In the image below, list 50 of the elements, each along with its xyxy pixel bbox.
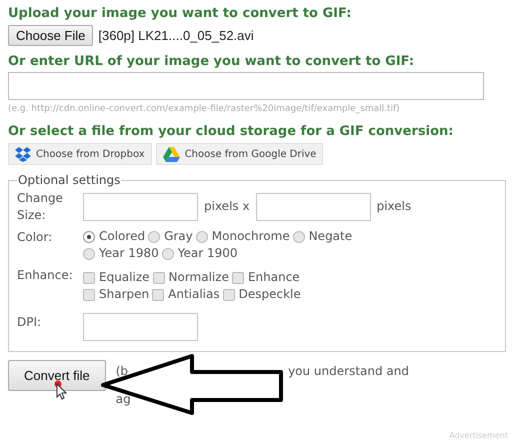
note-text: ag: [116, 391, 131, 408]
url-input-field[interactable]: [8, 72, 484, 100]
example-hint: (e.g. http://cdn.online-convert.com/example-file/raster%20image/tif/example_small.tif): [8, 104, 401, 114]
option-label: Enhance: [248, 269, 300, 286]
checkbox[interactable]: [83, 288, 95, 300]
cursor-icon: [53, 380, 67, 400]
height-input-field[interactable]: [256, 192, 371, 220]
option-label: Equalize: [99, 269, 150, 286]
unit-label: pixels x: [204, 198, 250, 215]
option-label: Negate: [308, 228, 352, 245]
unit-label: pixels: [376, 198, 412, 215]
radio-button[interactable]: [83, 230, 95, 242]
google-drive-button[interactable]: Choose from Google Drive: [156, 143, 324, 165]
option-label: Year 1900: [178, 245, 238, 262]
panel-legend: Optional settings: [17, 173, 122, 187]
option-label: Colored: [99, 228, 146, 245]
option-label: Normalize: [168, 269, 229, 286]
checkbox[interactable]: [232, 272, 244, 284]
option-label: Monochrome: [212, 228, 290, 245]
option-label: Antialias: [168, 286, 220, 303]
radio-button[interactable]: [292, 230, 305, 242]
dpi-input-field[interactable]: [83, 313, 198, 341]
radio-button[interactable]: [196, 230, 208, 242]
note-text: (b: [116, 363, 128, 380]
google-drive-icon: [162, 146, 180, 162]
field-label: Color:: [17, 229, 54, 246]
choose-file-button[interactable]: Choose File: [8, 25, 94, 46]
checkbox[interactable]: [222, 288, 235, 300]
option-label: Despeckle: [238, 286, 301, 303]
width-input-field[interactable]: [83, 192, 198, 220]
checkbox[interactable]: [152, 272, 165, 284]
section-heading: Or select a file from your cloud storage for a GIF conversion:: [8, 124, 454, 140]
note-text: you understand and: [288, 363, 409, 380]
radio-button[interactable]: [148, 230, 160, 242]
field-label: DPI:: [17, 314, 42, 331]
radio-button[interactable]: [83, 248, 95, 260]
section-heading: Or enter URL of your image you want to convert to GIF:: [8, 54, 416, 70]
field-label: Enhance:: [17, 267, 74, 284]
checkbox[interactable]: [152, 288, 164, 300]
option-label: Sharpen: [99, 286, 150, 303]
radio-button[interactable]: [162, 248, 174, 260]
section-heading: Upload your image you want to convert to GIF:: [8, 6, 352, 22]
option-label: Year 1980: [99, 245, 159, 262]
field-label: Change Size:: [17, 190, 64, 224]
option-label: Gray: [164, 228, 193, 245]
dropbox-icon: [15, 146, 31, 162]
file-name: [360p] LK21....0_05_52.avi: [98, 28, 254, 43]
convert-file-button[interactable]: Convert file: [8, 360, 106, 391]
checkbox[interactable]: [83, 272, 95, 284]
dropbox-button[interactable]: Choose from Dropbox: [8, 143, 152, 165]
